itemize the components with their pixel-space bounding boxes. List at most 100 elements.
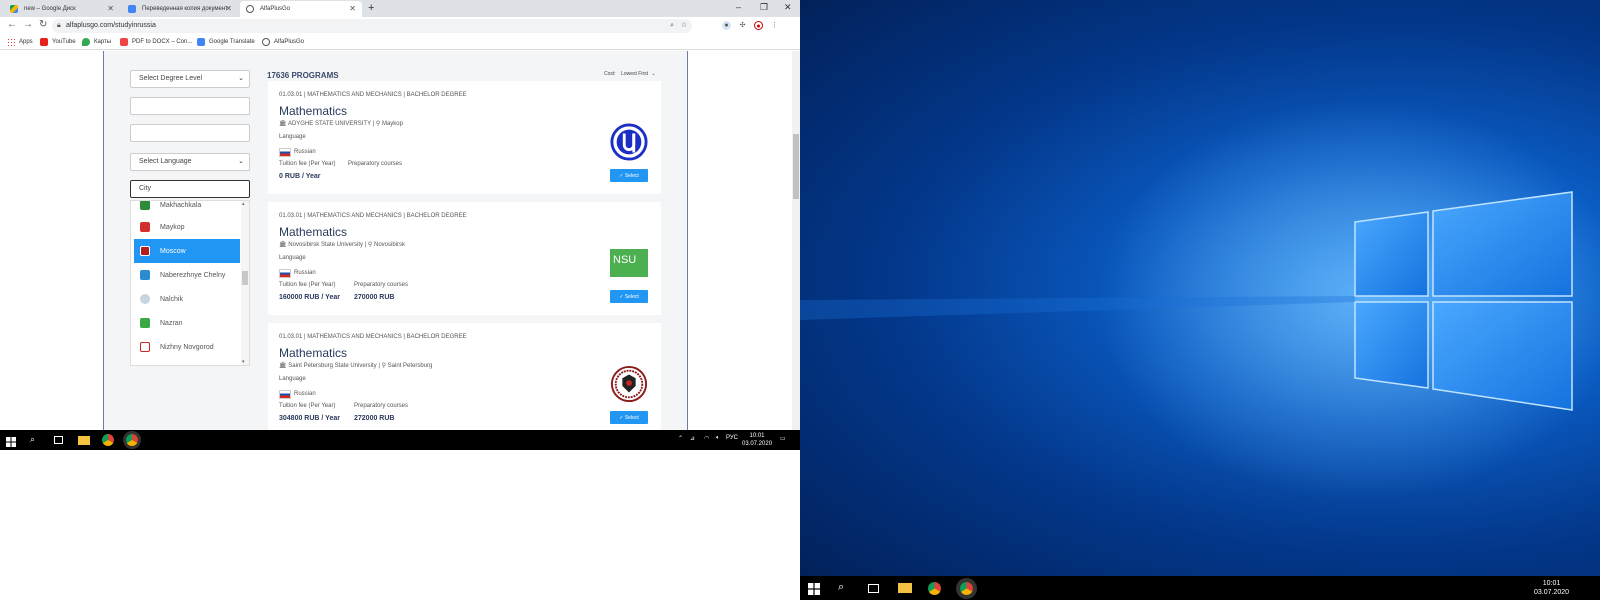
apps-grid-icon	[7, 38, 15, 46]
russia-flag-icon	[279, 148, 291, 157]
city-emblem-icon	[140, 246, 150, 256]
close-window-icon[interactable]: ✕	[784, 2, 792, 13]
city-option-nalchik[interactable]: Nalchik	[134, 287, 240, 311]
filter-input-2[interactable]	[130, 124, 250, 142]
scroll-down-icon[interactable]: ▾	[242, 359, 245, 365]
sort-control[interactable]: Cost: Lowest First ⌄	[604, 71, 656, 77]
tuition-fee-label: Tuition fee (Per Year)	[279, 282, 336, 288]
language-value: Russian	[294, 149, 316, 155]
volume-icon[interactable]: 🔈︎	[716, 435, 720, 442]
preparatory-label: Preparatory courses	[354, 282, 409, 288]
tuition-fee-label: Tuition fee (Per Year)	[279, 403, 336, 409]
profile-icon[interactable]: ●	[754, 21, 763, 30]
program-title[interactable]: Mathematics	[279, 104, 347, 118]
task-view-icon[interactable]	[54, 436, 63, 444]
tuition-fee-value: 304800 RUB / Year	[279, 415, 340, 422]
bookmark-maps[interactable]: Карты	[82, 38, 111, 46]
tab-alfaplusgo[interactable]: AlfaPlusGo ✕	[240, 1, 362, 17]
bookmark-alfaplusgo[interactable]: AlfaPlusGo	[262, 38, 304, 46]
clock[interactable]: 10:01 03.07.2020	[742, 432, 772, 448]
preparatory-value: 270000 RUB	[354, 294, 395, 301]
bookmark-apps[interactable]: Apps	[7, 38, 33, 46]
minimize-icon[interactable]: –	[736, 2, 741, 12]
city-option-nizhny-novgorod[interactable]: Nizhny Novgorod	[134, 335, 240, 359]
city-option-label: Makhachkala	[160, 201, 202, 209]
scrollbar-thumb[interactable]	[242, 271, 248, 285]
sort-label: Cost:	[604, 71, 616, 77]
chrome-active-icon[interactable]	[960, 582, 973, 595]
network-icon[interactable]: ⊿	[690, 435, 695, 442]
language-value: Russian	[294, 391, 316, 397]
zoom-icon[interactable]: ⌕	[670, 19, 674, 33]
task-view-icon[interactable]	[868, 584, 879, 593]
city-option-nazran[interactable]: Nazran	[134, 311, 240, 335]
chrome-icon[interactable]	[102, 434, 114, 446]
page-scrollbar[interactable]	[792, 51, 800, 430]
select-label: Select	[624, 414, 639, 421]
check-icon: ✓	[619, 172, 624, 179]
city-option-naberezhnye-chelny[interactable]: Naberezhnye Chelny	[134, 263, 240, 287]
clock-time: 10:01	[1542, 580, 1561, 587]
reload-icon[interactable]: ↻	[39, 19, 47, 30]
filter-input-1[interactable]	[130, 97, 250, 115]
maximize-icon[interactable]: ❐	[760, 2, 768, 13]
bookmark-google-translate[interactable]: Google Translate	[197, 38, 255, 46]
file-explorer-icon[interactable]	[898, 583, 912, 593]
close-icon[interactable]: ✕	[225, 4, 232, 13]
wifi-icon[interactable]: ◠	[704, 435, 709, 442]
select-button[interactable]: ✓ Select	[610, 169, 648, 182]
address-bar[interactable]: 🔒︎ alfaplusgo.com/studyinrussia ⌕ ☆	[52, 19, 692, 33]
puzzle-icon[interactable]: ✣	[738, 21, 747, 30]
program-card: 01.03.01 | MATHEMATICS AND MECHANICS | B…	[268, 81, 661, 194]
input-language[interactable]: РУС	[726, 435, 738, 441]
windows-start-icon[interactable]	[6, 434, 18, 447]
clock[interactable]: 10:01 03.07.2020	[1534, 579, 1569, 597]
city-option-maykop[interactable]: Maykop	[134, 215, 240, 239]
bookmark-pdf-to-docx[interactable]: PDF to DOCX – Con...	[120, 38, 192, 46]
preparatory-label: Preparatory courses	[354, 403, 409, 409]
windows-start-icon[interactable]	[808, 582, 820, 595]
tab-google-drive[interactable]: new – Google Диск ✕	[4, 1, 120, 17]
menu-icon[interactable]: ⋮	[770, 21, 779, 30]
close-icon[interactable]: ✕	[349, 4, 356, 13]
degree-level-select[interactable]: Select Degree Level ⌄	[130, 70, 250, 88]
close-icon[interactable]: ✕	[107, 4, 114, 13]
select-button[interactable]: ✓ Select	[610, 411, 648, 424]
forward-icon[interactable]: →	[23, 19, 33, 30]
bookmark-label: AlfaPlusGo	[274, 39, 305, 45]
bookmark-label: Apps	[19, 39, 33, 45]
star-icon[interactable]: ☆	[681, 19, 687, 33]
city-option-moscow[interactable]: Moscow	[134, 239, 240, 263]
select-button[interactable]: ✓ Select	[610, 290, 648, 303]
language-select[interactable]: Select Language ⌄	[130, 153, 250, 171]
screen: new – Google Диск ✕ Переведенная копия д…	[0, 0, 1600, 600]
tuition-fee-value: 160000 RUB / Year	[279, 294, 340, 301]
clock-time: 10:01	[749, 433, 765, 439]
city-dropdown-scrollbar[interactable]: ▴ ▾	[241, 201, 249, 365]
city-option-label: Nalchik	[160, 295, 183, 303]
search-icon[interactable]: ⌕	[838, 581, 850, 593]
russia-flag-icon	[279, 390, 291, 399]
back-icon[interactable]: ←	[7, 19, 17, 30]
adyghe-university-logo	[610, 123, 648, 161]
extension-icon[interactable]: ●	[722, 21, 731, 30]
city-dropdown[interactable]: Makhachkala Maykop Moscow Naberezhnye Ch…	[130, 200, 250, 366]
chrome-active-icon[interactable]	[126, 434, 138, 446]
scroll-up-icon[interactable]: ▴	[242, 201, 245, 207]
scrollbar-thumb[interactable]	[793, 134, 799, 199]
file-explorer-icon[interactable]	[78, 436, 90, 445]
bookmark-youtube[interactable]: YouTube	[40, 38, 76, 46]
chrome-icon[interactable]	[928, 582, 941, 595]
spbu-logo	[610, 365, 648, 403]
program-title[interactable]: Mathematics	[279, 225, 347, 239]
tab-google-docs[interactable]: Переведенная копия документ ✕	[122, 1, 238, 17]
search-icon[interactable]: ⌕	[30, 434, 42, 446]
chevron-up-icon[interactable]: ⌃	[678, 435, 683, 442]
university-name: Novosibirsk State University	[288, 242, 363, 248]
city-input[interactable]: City	[130, 180, 250, 198]
city-emblem-icon	[140, 222, 150, 232]
new-tab-button[interactable]: +	[368, 2, 374, 14]
notifications-icon[interactable]: ▭	[780, 435, 786, 442]
program-university: 🏛︎ ADYGHE STATE UNIVERSITY | ⚲ Maykop	[279, 121, 403, 127]
program-title[interactable]: Mathematics	[279, 346, 347, 360]
